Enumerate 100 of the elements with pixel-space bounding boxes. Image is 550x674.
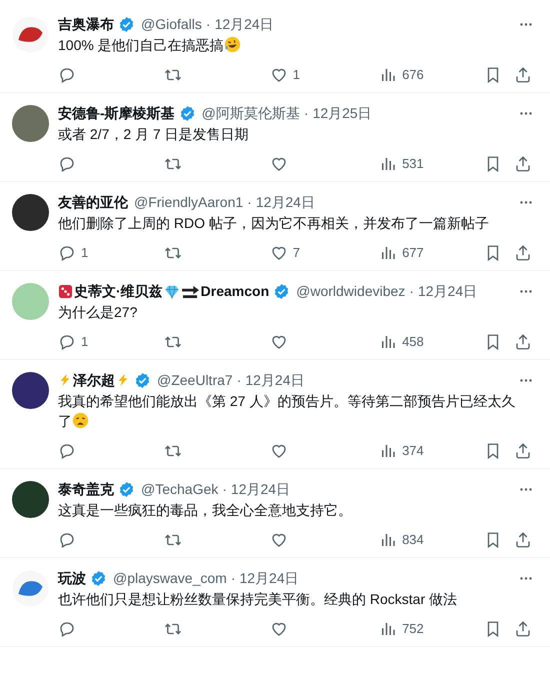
post-date[interactable]: 12月24日 bbox=[214, 14, 274, 34]
post-text: 或者 2/7，2 月 7 日是发售日期 bbox=[58, 125, 250, 144]
share-button[interactable] bbox=[514, 442, 532, 460]
heart-icon bbox=[270, 333, 288, 351]
reply-icon bbox=[58, 531, 76, 549]
display-name[interactable]: 泽尔超 bbox=[73, 370, 115, 390]
avatar-logo[interactable] bbox=[12, 16, 49, 53]
heart-icon bbox=[270, 244, 288, 262]
separator-dot: · bbox=[304, 104, 309, 122]
display-name[interactable]: 吉奥瀑布 bbox=[58, 14, 114, 34]
laughing-emoji-icon bbox=[224, 36, 241, 53]
bar-chart-icon bbox=[379, 333, 398, 351]
post-text: 这真是一些疯狂的毒品，我全心全意地支持它。 bbox=[58, 501, 353, 520]
reply-icon bbox=[58, 244, 76, 262]
avatar-photo[interactable] bbox=[12, 372, 49, 409]
post-date[interactable]: 12月25日 bbox=[312, 102, 372, 124]
share-button[interactable] bbox=[514, 333, 532, 351]
post-date[interactable]: 12月24日 bbox=[245, 370, 305, 390]
display-name[interactable]: 友善的亚伦 bbox=[58, 192, 128, 212]
display-name[interactable]: Dreamcon bbox=[200, 280, 270, 302]
lightning-bolt-icon bbox=[116, 372, 130, 388]
like-button[interactable]: 1 bbox=[270, 65, 380, 85]
share-icon bbox=[514, 66, 532, 84]
post-date[interactable]: 12月24日 bbox=[418, 280, 478, 302]
display-name[interactable]: 史蒂文·维贝兹 bbox=[74, 280, 163, 302]
avatar-logo[interactable] bbox=[12, 570, 49, 607]
weary-face-icon bbox=[72, 412, 89, 429]
heart-icon bbox=[270, 442, 288, 460]
share-icon bbox=[514, 531, 532, 549]
more-options-icon[interactable] bbox=[520, 22, 532, 26]
post-text: 100% 是他们自己在搞恶搞 bbox=[58, 35, 532, 55]
share-button[interactable] bbox=[514, 620, 532, 638]
share-icon bbox=[514, 155, 532, 173]
more-options-icon[interactable] bbox=[520, 488, 532, 490]
more-options-icon[interactable] bbox=[520, 378, 532, 382]
post-text: 我真的希望他们能放出《第 27 人》的预告片。等待第二部预告片已经太久了 bbox=[58, 392, 516, 431]
post-date[interactable]: 12月24日 bbox=[230, 478, 290, 500]
user-handle[interactable]: @阿斯莫伦斯基 bbox=[202, 102, 300, 124]
views-button[interactable]: 676 bbox=[379, 65, 484, 85]
display-name[interactable]: 玩波 bbox=[58, 568, 86, 588]
share-icon bbox=[514, 442, 532, 460]
views-button[interactable]: 677 bbox=[379, 243, 484, 263]
more-options-icon[interactable] bbox=[520, 112, 532, 114]
share-icon bbox=[514, 333, 532, 351]
more-options-icon[interactable] bbox=[520, 576, 532, 580]
user-handle[interactable]: @FriendlyAaron1 bbox=[134, 192, 244, 212]
user-handle[interactable]: @playswave_com bbox=[113, 568, 227, 588]
separator-dot: · bbox=[409, 282, 414, 300]
display-name[interactable]: 安德鲁-斯摩棱斯基 bbox=[58, 102, 175, 124]
heart-icon bbox=[270, 531, 288, 549]
share-button[interactable] bbox=[514, 155, 532, 173]
post-text: 也许他们只是想让粉丝数量保持完美平衡。经典的 Rockstar 做法 bbox=[58, 590, 458, 609]
avatar-photo[interactable] bbox=[12, 481, 49, 518]
bar-chart-icon bbox=[379, 531, 398, 549]
reply-icon bbox=[58, 333, 76, 351]
more-options-icon[interactable] bbox=[520, 290, 532, 292]
separator-dot: · bbox=[247, 192, 252, 212]
share-button[interactable] bbox=[514, 66, 532, 84]
bar-chart-icon bbox=[379, 155, 398, 173]
reply-icon bbox=[58, 66, 76, 84]
display-name[interactable]: 泰奇盖克 bbox=[58, 478, 114, 500]
user-handle[interactable]: @ZeeUltra7 bbox=[157, 370, 233, 390]
reply-button[interactable]: 1 bbox=[58, 332, 164, 352]
post-date[interactable]: 12月24日 bbox=[256, 192, 315, 212]
reply-icon bbox=[58, 442, 76, 460]
bar-chart-icon bbox=[379, 442, 398, 460]
post-text: 为什么是27? bbox=[58, 303, 138, 322]
separator-dot: · bbox=[236, 370, 242, 390]
post-text: 他们删除了上周的 RDO 帖子，因为它不再相关，并发布了一篇新帖子 bbox=[58, 214, 490, 233]
views-button[interactable]: 458 bbox=[379, 332, 484, 352]
user-handle[interactable]: @TechaGek bbox=[141, 478, 218, 500]
reply-button[interactable]: 1 bbox=[58, 243, 164, 263]
share-icon bbox=[514, 620, 532, 638]
reply-icon bbox=[58, 620, 76, 638]
user-handle[interactable]: @worldwidevibez bbox=[296, 280, 406, 302]
gem-icon bbox=[164, 284, 180, 298]
views-button[interactable]: 752 bbox=[379, 619, 484, 639]
share-button[interactable] bbox=[514, 531, 532, 549]
heart-icon bbox=[270, 620, 288, 638]
heart-icon bbox=[270, 155, 288, 173]
dice-icon bbox=[58, 284, 73, 298]
bar-chart-icon bbox=[379, 244, 398, 262]
views-button[interactable]: 834 bbox=[379, 530, 484, 550]
share-button[interactable] bbox=[514, 244, 532, 262]
separator-dot: · bbox=[206, 14, 211, 34]
heart-icon bbox=[270, 66, 288, 84]
reply-icon bbox=[58, 155, 76, 173]
share-icon bbox=[514, 244, 532, 262]
user-handle[interactable]: @Giofalls bbox=[141, 14, 202, 34]
more-options-icon[interactable] bbox=[520, 200, 532, 204]
bar-chart-icon bbox=[379, 620, 398, 638]
like-button[interactable]: 7 bbox=[270, 243, 380, 263]
post-date[interactable]: 12月24日 bbox=[239, 568, 299, 588]
views-button[interactable]: 374 bbox=[379, 441, 484, 461]
soon-arrow-icon bbox=[180, 284, 200, 298]
views-button[interactable]: 531 bbox=[379, 154, 484, 174]
separator-dot: · bbox=[230, 568, 236, 588]
avatar-photo[interactable] bbox=[12, 194, 49, 231]
separator-dot: · bbox=[222, 480, 227, 498]
lightning-bolt-icon bbox=[58, 372, 72, 388]
